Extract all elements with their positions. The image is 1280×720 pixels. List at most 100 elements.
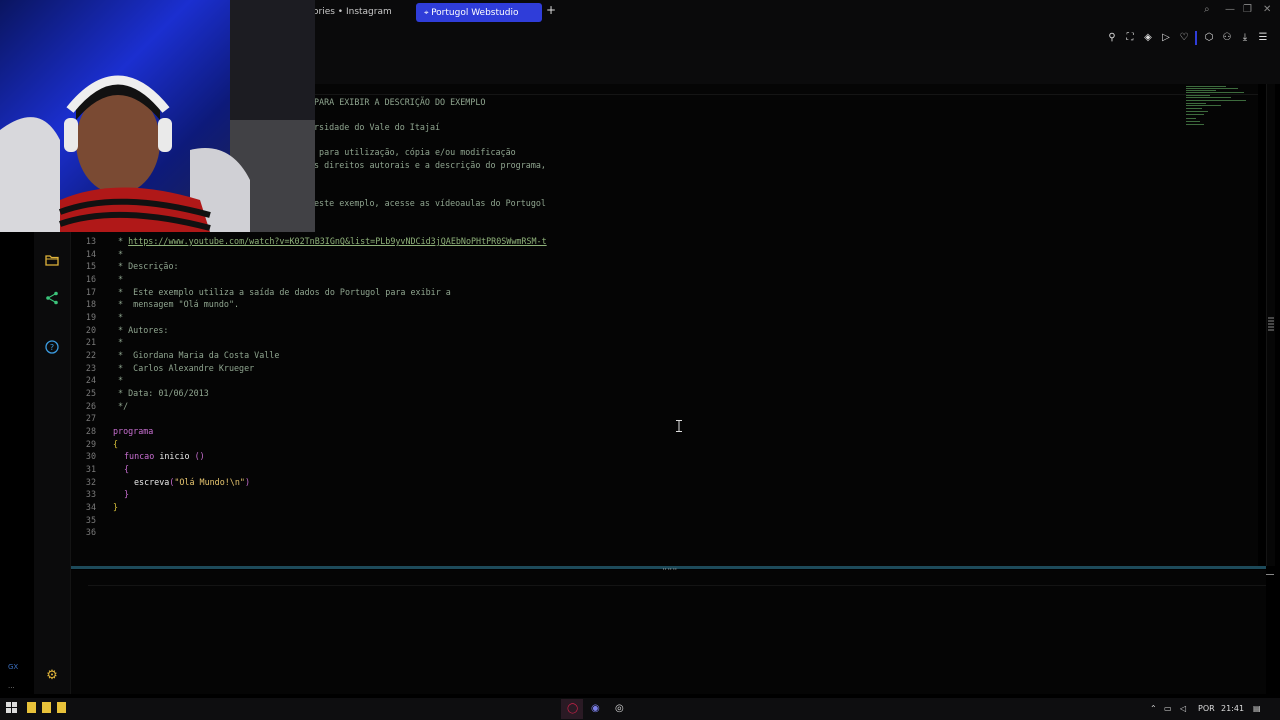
heart-icon[interactable]: ♡ (1178, 32, 1190, 44)
pin-icon[interactable]: ⚲ (1106, 32, 1118, 44)
line-number: 26 (85, 401, 96, 411)
line-number: 27 (85, 413, 96, 423)
menu-icon[interactable]: ☰ (1257, 32, 1269, 44)
tab-portugol-webstudio[interactable]: ⌖ Portugol Webstudio (416, 3, 542, 22)
brace-close-inner: } (124, 489, 130, 499)
line-number: 13 (85, 236, 96, 246)
code-line-partial: PARA EXIBIR A DESCRIÇÃO DO EXEMPLO (314, 97, 486, 107)
extensions-icon[interactable]: ⬡ (1203, 32, 1215, 44)
obs-icon[interactable]: ◎ (615, 702, 624, 716)
code-line-15: * Descrição: (113, 261, 179, 271)
text-cursor-icon (676, 417, 682, 432)
profile-icon[interactable]: ⚇ (1221, 32, 1233, 44)
line-number: 32 (85, 477, 96, 487)
keyword-funcao: funcao (124, 451, 155, 461)
code-line-partial: rsidade do Vale do Itajaí (314, 122, 441, 132)
function-name: inicio (159, 451, 190, 461)
scroll-grip[interactable] (1268, 316, 1274, 334)
line-number: 15 (85, 261, 96, 271)
tab-instagram[interactable]: ories • Instagram (313, 3, 413, 22)
close-button[interactable]: ✕ (1263, 4, 1271, 15)
line-number: 20 (85, 325, 96, 335)
parens: () (189, 451, 205, 461)
clock[interactable]: 21:41 (1221, 702, 1244, 716)
search-icon[interactable]: ⌕ (1204, 4, 1210, 15)
comment-prefix: * (113, 236, 129, 246)
opera-gx-icon[interactable]: ◯ (567, 702, 578, 716)
language-indicator[interactable]: POR (1198, 702, 1215, 716)
line-number: 29 (85, 439, 96, 449)
code-line-18: * mensagem "Olá mundo". (113, 299, 240, 309)
discord-icon[interactable]: ◉ (591, 702, 600, 716)
shield-icon[interactable]: ◈ (1142, 32, 1154, 44)
keyword-programa: programa (113, 426, 154, 436)
taskbar (0, 698, 1280, 720)
brace-open-inner: { (124, 464, 130, 474)
network-icon[interactable]: ▭ (1164, 702, 1172, 716)
line-number: 33 (85, 489, 96, 499)
folder-icon[interactable] (44, 254, 60, 270)
line-number: 30 (85, 451, 96, 461)
line-number: 24 (85, 375, 96, 385)
gx-icon: GX (8, 663, 19, 671)
brace-close: } (113, 502, 119, 512)
code-line-22: * Giordana Maria da Costa Valle (113, 350, 280, 360)
paren-close: ) (244, 477, 250, 487)
location-pin-icon: ⌖ (424, 8, 432, 17)
code-line-17: * Este exemplo utiliza a saída de dados … (113, 287, 451, 297)
minimap[interactable] (1180, 84, 1258, 144)
code-line-14: * (113, 249, 124, 259)
call-escreva: escreva (134, 477, 170, 487)
code-line-19: * (113, 312, 124, 322)
line-number: 34 (85, 502, 96, 512)
taskbar-folder-icon[interactable] (57, 702, 66, 718)
line-number: 22 (85, 350, 96, 360)
download-icon[interactable]: ⤓ (1239, 32, 1251, 44)
code-line-partial: s direitos autorais e a descrição do pro… (314, 160, 546, 170)
screenshot-icon[interactable]: ⛶ (1124, 32, 1136, 44)
code-line-25: * Data: 01/06/2013 (113, 388, 209, 398)
code-line-26: */ (113, 401, 129, 411)
taskbar-folder-icon[interactable] (27, 702, 36, 718)
line-number: 28 (85, 426, 96, 436)
code-line-24: * (113, 375, 124, 385)
line-number: 14 (85, 249, 96, 259)
brace-open: { (113, 439, 119, 449)
minimize-button[interactable]: — (1225, 4, 1235, 15)
more-icon[interactable]: ··· (8, 684, 15, 692)
new-tab-button[interactable]: + (546, 3, 556, 17)
webcam-overlay (0, 0, 315, 232)
volume-icon[interactable]: ◁ (1180, 702, 1186, 716)
chevron-up-icon[interactable]: ⌃ (1150, 702, 1157, 716)
windows-start-icon[interactable] (6, 702, 17, 718)
line-number: 31 (85, 464, 96, 474)
tab-label: Portugol Webstudio (431, 8, 519, 18)
svg-text:?: ? (50, 343, 54, 352)
code-line-20: * Autores: (113, 325, 169, 335)
code-line-30: funcao inicio () (124, 451, 205, 461)
restore-button[interactable]: ❐ (1243, 4, 1252, 15)
console-separator (88, 585, 1266, 586)
line-number: 36 (85, 527, 96, 537)
code-line-32: escreva("Olá Mundo!\n") (134, 477, 250, 487)
play-icon[interactable]: ▷ (1160, 32, 1172, 44)
notifications-icon[interactable]: ▤ (1253, 702, 1261, 716)
code-line-partial: para utilização, cópia e/ou modificação (314, 147, 516, 157)
taskbar-folder-icon[interactable] (42, 702, 51, 718)
share-icon[interactable] (44, 291, 60, 307)
console-collapse-icon[interactable] (1266, 574, 1274, 575)
line-number: 18 (85, 299, 96, 309)
code-line-13: * https://www.youtube.com/watch?v=K02TnB… (113, 236, 547, 246)
line-number: 17 (85, 287, 96, 297)
line-number: 19 (85, 312, 96, 322)
line-number: 35 (85, 515, 96, 525)
help-icon[interactable]: ? (44, 340, 60, 356)
line-number: 23 (85, 363, 96, 373)
line-number: 16 (85, 274, 96, 284)
code-line-partial: este exemplo, acesse as vídeoaulas do Po… (314, 198, 546, 208)
console-panel[interactable] (71, 570, 1266, 694)
code-line-16: * (113, 274, 124, 284)
gear-icon[interactable]: ⚙ (44, 668, 60, 684)
code-line-21: * (113, 337, 124, 347)
youtube-link[interactable]: https://www.youtube.com/watch?v=K02TnB3I… (128, 236, 547, 246)
